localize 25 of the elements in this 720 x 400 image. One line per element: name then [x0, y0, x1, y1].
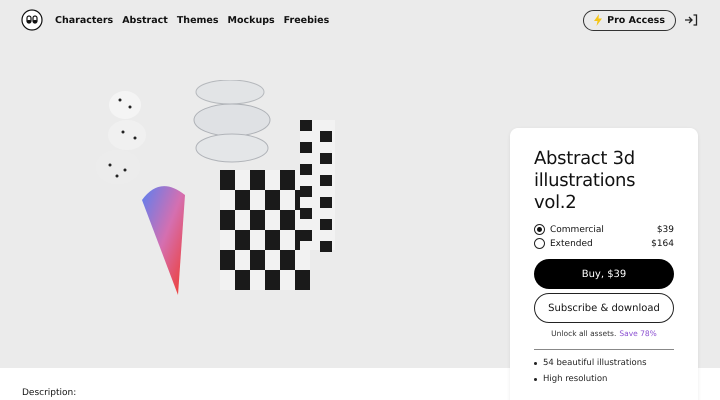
description-label: Description:	[22, 388, 78, 398]
radio-button[interactable]	[534, 238, 545, 249]
logo-icon[interactable]	[21, 9, 43, 31]
license-option[interactable]: Commercial $39	[534, 224, 674, 235]
nav-link[interactable]: Abstract	[122, 14, 168, 26]
subscribe-button[interactable]: Subscribe & download	[534, 293, 674, 323]
license-name: Commercial	[550, 224, 605, 234]
feature-text: High resolution	[543, 374, 608, 384]
pro-access-button[interactable]: Pro Access	[583, 10, 676, 30]
nav-link[interactable]: Mockups	[228, 14, 275, 26]
buy-button[interactable]: Buy, $39	[534, 259, 674, 289]
license-option[interactable]: Extended $164	[534, 238, 674, 249]
license-name: Extended	[550, 238, 594, 248]
license-price: $164	[651, 238, 674, 248]
product-title: Abstract 3d illustrations vol.2	[534, 148, 636, 214]
bullet-icon	[534, 362, 537, 364]
login-icon[interactable]	[684, 14, 698, 26]
lightning-icon	[594, 14, 602, 26]
nav-link[interactable]: Themes	[176, 14, 219, 26]
nav-link[interactable]: Freebies	[284, 14, 330, 26]
radio-button[interactable]	[534, 224, 545, 235]
bullet-icon	[534, 378, 537, 380]
nav-link[interactable]: Characters	[55, 14, 114, 26]
feature-text: 54 beautiful illustrations	[543, 358, 647, 368]
license-price: $39	[656, 224, 674, 234]
